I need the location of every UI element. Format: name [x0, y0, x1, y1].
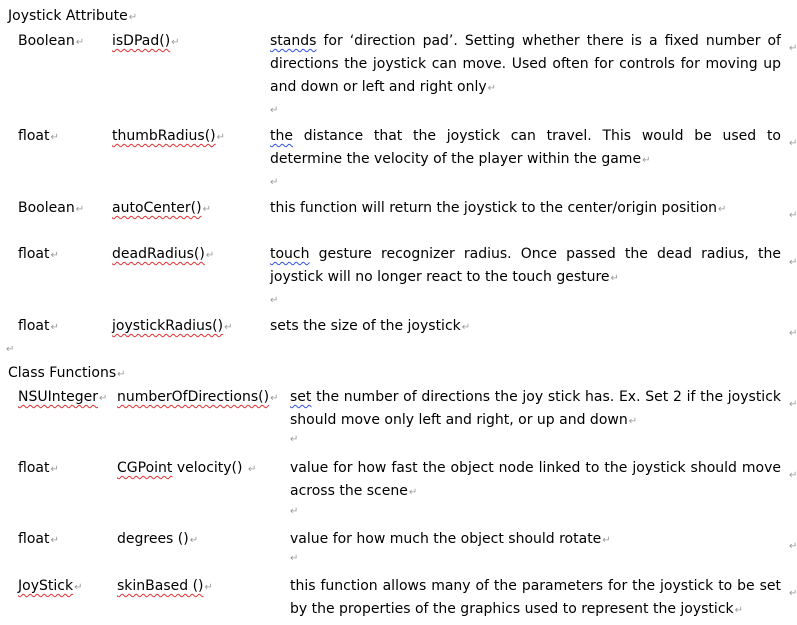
- attr-desc-0: stands for ‘direction pad’. Setting whet…: [270, 33, 781, 95]
- attr-desc-1: the distance that the joystick can trave…: [270, 128, 781, 167]
- row-end-mark-icon: ↵: [789, 470, 797, 481]
- attr-name-4: joystickRadius()↵: [112, 318, 233, 334]
- attr-name-0: isDPad()↵: [112, 33, 180, 49]
- attr-desc-4: sets the size of the joystick↵: [270, 318, 471, 334]
- paragraph-mark-icon: ↵: [117, 369, 126, 380]
- attr-name-2: autoCenter()↵: [112, 200, 211, 216]
- attr-type-2: Boolean↵: [18, 200, 85, 216]
- attr-desc-3: touch gesture recognizer radius. Once pa…: [270, 246, 781, 285]
- cf-type-3: JoyStick↵: [18, 578, 83, 594]
- row-end-mark-icon: ↵: [789, 257, 797, 268]
- attr-desc-2: this function will return the joystick t…: [270, 200, 727, 216]
- row-end-mark-icon: ↵: [789, 210, 797, 221]
- paragraph-mark-icon: ↵: [290, 434, 299, 445]
- paragraph-mark-icon: ↵: [270, 295, 279, 306]
- row-end-mark-icon: ↵: [789, 588, 797, 599]
- row-end-mark-icon: ↵: [789, 138, 797, 149]
- cf-name-1: CGPoint velocity() ↵: [117, 460, 257, 476]
- attr-type-3: float↵: [18, 246, 59, 262]
- section-heading-class-functions: Class Functions↵: [8, 365, 126, 381]
- cf-name-0: numberOfDirections()↵: [117, 389, 279, 405]
- attr-type-4: float↵: [18, 318, 59, 334]
- paragraph-mark-icon: ↵: [290, 553, 299, 564]
- cf-type-0: NSUInteger↵: [18, 389, 108, 405]
- paragraph-mark-icon: ↵: [6, 344, 15, 355]
- row-end-mark-icon: ↵: [789, 43, 797, 54]
- cf-desc-0: set the number of directions the joy sti…: [290, 389, 781, 428]
- cf-desc-2: value for how much the object should rot…: [290, 531, 611, 547]
- row-end-mark-icon: ↵: [789, 399, 797, 410]
- attr-name-3: deadRadius()↵: [112, 246, 215, 262]
- cf-type-2: float↵: [18, 531, 59, 547]
- section-heading-joystick-attribute: Joystick Attribute↵: [8, 8, 138, 24]
- row-end-mark-icon: ↵: [789, 328, 797, 339]
- paragraph-mark-icon: ↵: [128, 12, 138, 23]
- cf-name-3: skinBased ()↵: [117, 578, 213, 594]
- paragraph-mark-icon: ↵: [270, 177, 279, 188]
- paragraph-mark-icon: ↵: [290, 506, 299, 517]
- cf-desc-3: this function allows many of the paramet…: [290, 578, 781, 617]
- cf-type-1: float↵: [18, 460, 59, 476]
- attr-type-1: float↵: [18, 128, 59, 144]
- attr-type-0: Boolean↵: [18, 33, 85, 49]
- attr-name-1: thumbRadius()↵: [112, 128, 226, 144]
- cf-name-2: degrees ()↵: [117, 531, 199, 547]
- cf-desc-1: value for how fast the object node linke…: [290, 460, 781, 499]
- paragraph-mark-icon: ↵: [270, 105, 279, 116]
- row-end-mark-icon: ↵: [789, 541, 797, 552]
